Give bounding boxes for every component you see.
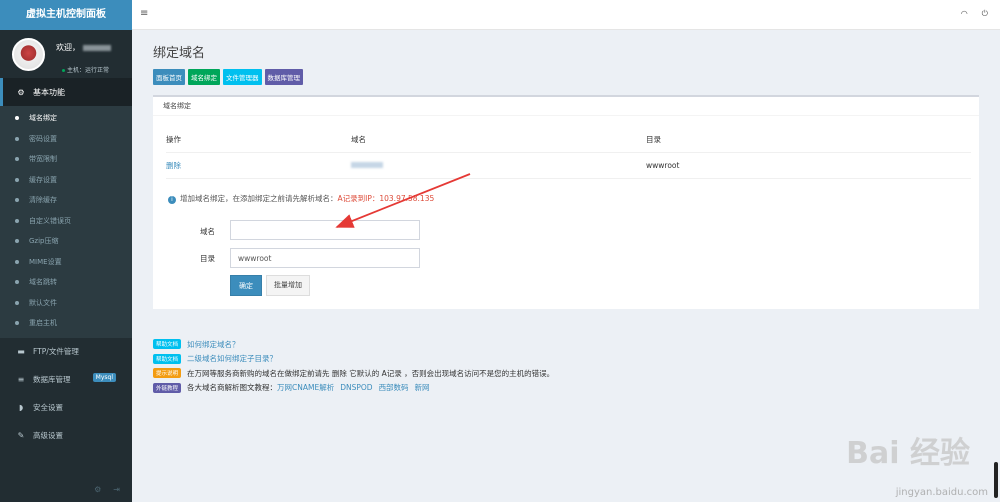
doc-row: 提示说明 在万网等服务商新购的域名在做绑定前请先 删除 它默认的 A记录 ，否则… (153, 366, 554, 381)
table-header: 操作 域名 目录 (166, 127, 971, 153)
sidebar-item-mime[interactable]: MIME设置 (0, 252, 132, 273)
sidebar-footer: ⚙ ⇥ (82, 485, 120, 494)
circle-icon (15, 198, 19, 203)
row-directory: wwwroot (646, 161, 680, 170)
link-xinnet[interactable]: 新网 (415, 382, 430, 393)
domain-blurred (351, 162, 383, 168)
nav-basic-functions[interactable]: ⚙ 基本功能 (0, 78, 132, 106)
folder-icon: ▬ (17, 347, 25, 356)
sidebar-item-domain-binding[interactable]: 域名绑定 (0, 108, 132, 129)
main-content: 绑定域名 面板首页 域名绑定 文件管理器 数据库管理 域名绑定 操作 域名 目录… (132, 30, 1000, 502)
link-panel-home[interactable]: 面板首页 (153, 69, 185, 85)
sidebar-item-restart[interactable]: 重启主机 (0, 313, 132, 334)
quick-links: 面板首页 域名绑定 文件管理器 数据库管理 (153, 69, 303, 85)
sidebar-item-bandwidth[interactable]: 带宽限制 (0, 149, 132, 170)
circle-icon (15, 177, 19, 182)
sidebar-item-database[interactable]: ≡ 数据库管理 Mysql (0, 366, 132, 394)
database-icon: ≡ (17, 375, 25, 384)
circle-icon (15, 280, 19, 285)
info-icon: i (168, 196, 176, 204)
power-icon[interactable]: ⏻ (982, 9, 988, 18)
help-link-bind-domain[interactable]: 如何绑定域名？ (187, 339, 240, 350)
watermark: Bai 经验 (846, 436, 970, 471)
watermark-url: jingyan.baidu.com (895, 487, 988, 498)
doc-tag: 帮助文档 (153, 339, 182, 350)
directory-input[interactable] (230, 248, 420, 268)
settings-icon[interactable]: ⚙ (94, 485, 101, 494)
link-wanwang[interactable]: 万网CNAME解析 (277, 382, 334, 393)
directory-label: 目录 (200, 254, 215, 263)
domain-binding-panel: 域名绑定 操作 域名 目录 删除 wwwroot i 增加域名绑定，在添加绑定之前… (153, 95, 979, 309)
headset-icon[interactable]: ◠ (961, 9, 968, 18)
username-blurred (83, 44, 111, 51)
logout-icon[interactable]: ⇥ (113, 485, 120, 494)
circle-icon (15, 321, 19, 326)
link-file-manager[interactable]: 文件管理器 (223, 69, 262, 85)
sidebar-item-password[interactable]: 密码设置 (0, 129, 132, 150)
scrollbar[interactable] (994, 462, 998, 498)
col-action: 操作 (166, 135, 181, 144)
confirm-button[interactable]: 确定 (230, 275, 262, 296)
brand-title[interactable]: 虚拟主机控制面板 (0, 0, 132, 30)
page-title: 绑定域名 (153, 46, 206, 61)
help-links: 帮助文档 如何绑定域名？ 帮助文档 二级域名如何绑定子目录？ 提示说明 在万网等… (153, 337, 554, 395)
table-row: 删除 wwwroot (166, 153, 971, 179)
basic-submenu: 域名绑定 密码设置 带宽限制 缓存设置 清除缓存 自定义错误页 Gzip压缩 M… (0, 106, 132, 338)
shield-icon: ◗ (18, 403, 24, 412)
circle-icon (15, 239, 19, 244)
sidebar-item-gzip[interactable]: Gzip压缩 (0, 231, 132, 252)
circle-icon (15, 218, 19, 223)
link-domain-binding[interactable]: 域名绑定 (188, 69, 220, 85)
circle-icon (15, 116, 19, 121)
batch-add-button[interactable]: 批量增加 (266, 275, 310, 296)
topbar: ≡ ◠ ⏻ (132, 0, 1000, 30)
sidebar-item-redirect[interactable]: 域名跳转 (0, 272, 132, 293)
menu-toggle-icon[interactable]: ≡ (140, 8, 148, 19)
sidebar: 虚拟主机控制面板 欢迎， 主机：运行正常 ⚙ 基本功能 域名绑定 密码设置 带宽… (0, 0, 132, 502)
bindings-table: 操作 域名 目录 删除 wwwroot (166, 127, 971, 179)
sidebar-item-advanced[interactable]: ✎ 高级设置 (0, 422, 132, 450)
sidebar-item-security[interactable]: ◗ 安全设置 (0, 394, 132, 422)
doc-tag: 提示说明 (153, 368, 182, 379)
sidebar-item-cache-settings[interactable]: 缓存设置 (0, 170, 132, 191)
sidebar-item-default-file[interactable]: 默认文件 (0, 293, 132, 314)
link-dnspod[interactable]: DNSPOD (340, 383, 372, 392)
sidebar-item-clear-cache[interactable]: 清除缓存 (0, 190, 132, 211)
doc-row: 帮助文档 如何绑定域名？ (153, 337, 554, 352)
welcome-text: 欢迎， (56, 42, 111, 53)
col-domain: 域名 (351, 135, 366, 144)
panel-title: 域名绑定 (153, 97, 979, 116)
circle-icon (15, 300, 19, 305)
circle-icon (15, 136, 19, 141)
doc-row: 外链教程 各大域名商解析图文教程： 万网CNAME解析 DNSPOD 西部数码 … (153, 381, 554, 396)
domain-input[interactable] (230, 220, 420, 240)
circle-icon (15, 259, 19, 264)
doc-row: 帮助文档 二级域名如何绑定子目录？ (153, 352, 554, 367)
top-icons: ◠ ⏻ (947, 9, 988, 19)
doc-tag: 帮助文档 (153, 353, 182, 364)
avatar (12, 38, 45, 71)
col-directory: 目录 (646, 135, 661, 144)
dns-hint: i 增加域名绑定，在添加绑定之前请先解析域名：A记录到IP：103.97.58.1… (168, 193, 434, 204)
gears-icon: ⚙ (17, 87, 25, 97)
mysql-badge: Mysql (92, 372, 116, 382)
link-west[interactable]: 西部数码 (379, 382, 409, 393)
link-database-manager[interactable]: 数据库管理 (264, 69, 303, 85)
help-link-subdomain[interactable]: 二级域名如何绑定子目录？ (187, 353, 277, 364)
delete-link[interactable]: 删除 (166, 161, 181, 170)
sidebar-item-ftp[interactable]: ▬ FTP/文件管理 (0, 338, 132, 366)
doc-tag: 外链教程 (153, 382, 182, 393)
tip-text: 在万网等服务商新购的域名在做绑定前请先 删除 它默认的 A记录 ，否则会出现域名… (187, 368, 555, 378)
circle-icon (15, 157, 19, 162)
edit-icon: ✎ (17, 431, 25, 440)
user-panel: 欢迎， 主机：运行正常 (0, 30, 132, 78)
domain-label: 域名 (200, 227, 215, 236)
host-status: 主机：运行正常 (62, 65, 109, 74)
status-dot-icon (62, 69, 65, 72)
sidebar-item-error-page[interactable]: 自定义错误页 (0, 211, 132, 232)
ip-hint: A记录到IP：103.97.58.135 (337, 194, 435, 203)
tutorial-text: 各大域名商解析图文教程： (187, 383, 278, 393)
